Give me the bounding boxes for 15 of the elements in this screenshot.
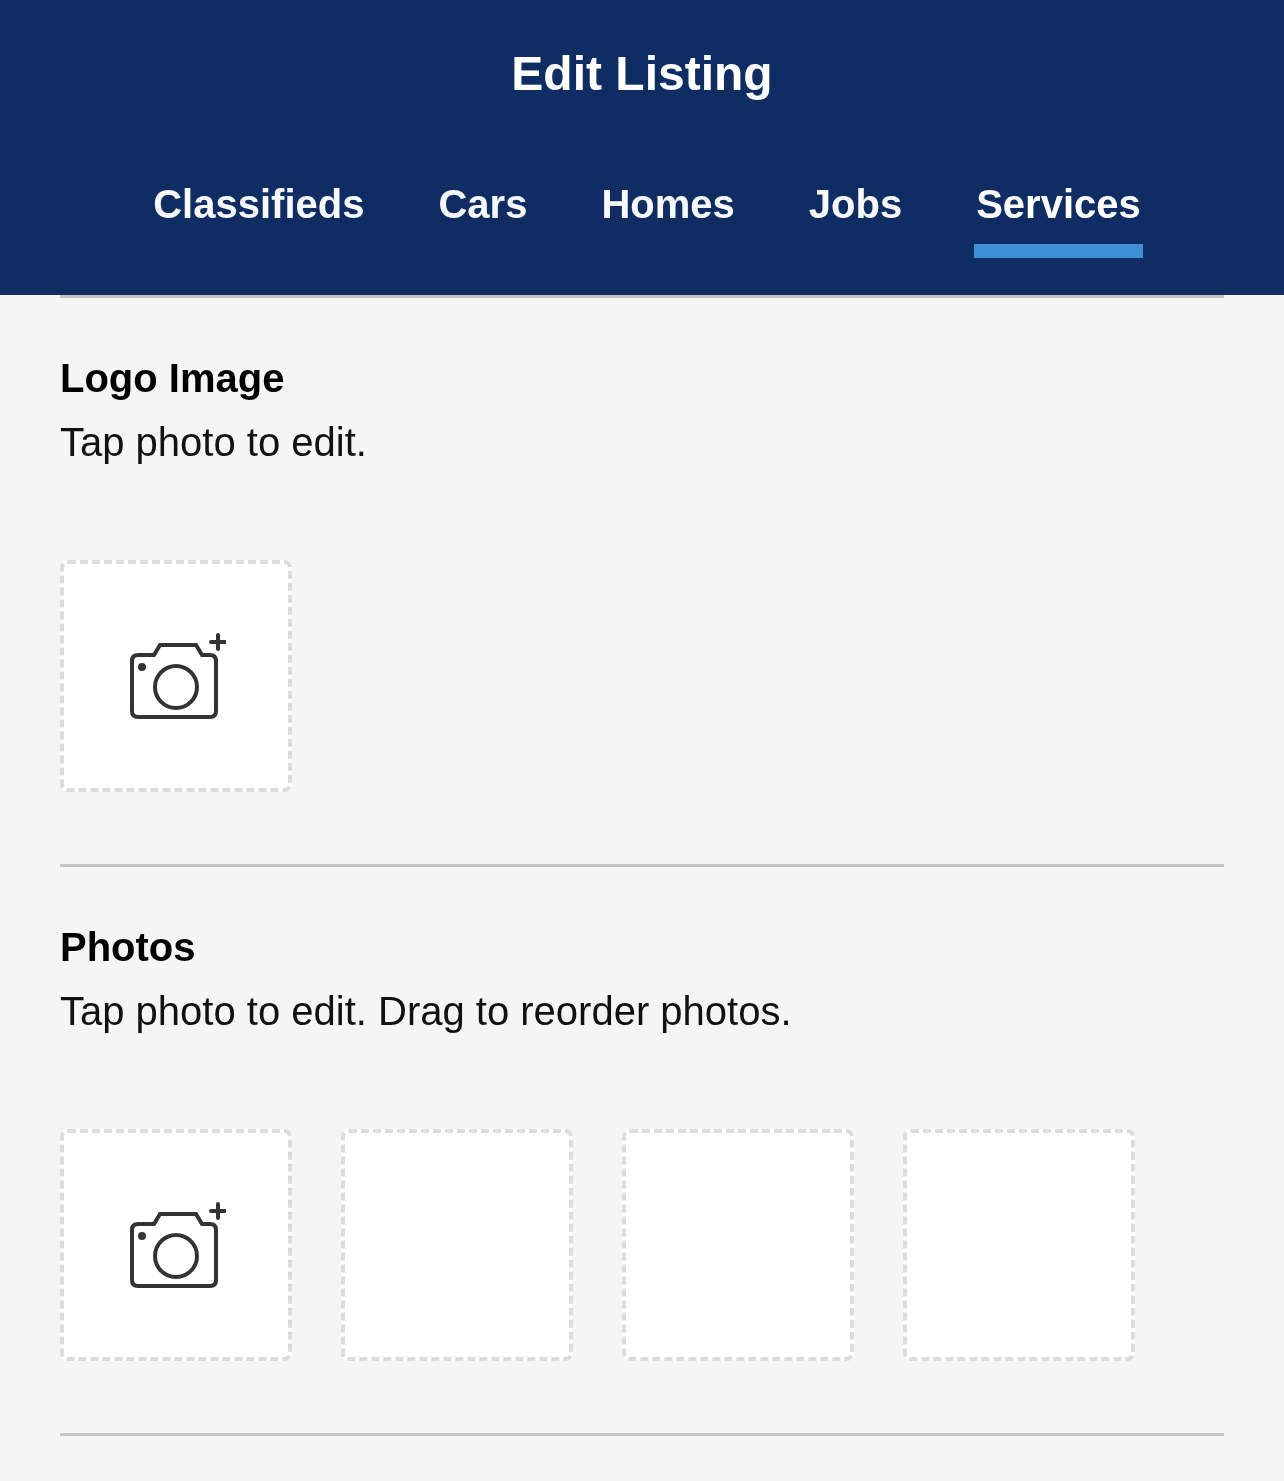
section-title: Photos [60,924,197,971]
category-tab[interactable]: Homes [599,180,737,258]
section-title: Logo Image [60,355,286,402]
category-tab[interactable]: Jobs [806,180,905,258]
photo-slot[interactable] [341,1129,573,1361]
category-tab[interactable]: Cars [436,180,530,258]
page-title: Edit Listing [511,46,773,102]
category-tab[interactable]: Services [974,180,1143,258]
section-hint: Tap photo to edit. [60,419,368,466]
add-photo-slot[interactable] [60,560,292,792]
add-photo-slot[interactable] [60,1129,292,1361]
category-tab[interactable]: Classifieds [151,180,367,258]
section-hint: Tap photo to edit. Drag to reorder photos. [60,988,793,1035]
photo-slot[interactable] [903,1129,1135,1361]
photo-slot[interactable] [622,1129,854,1361]
